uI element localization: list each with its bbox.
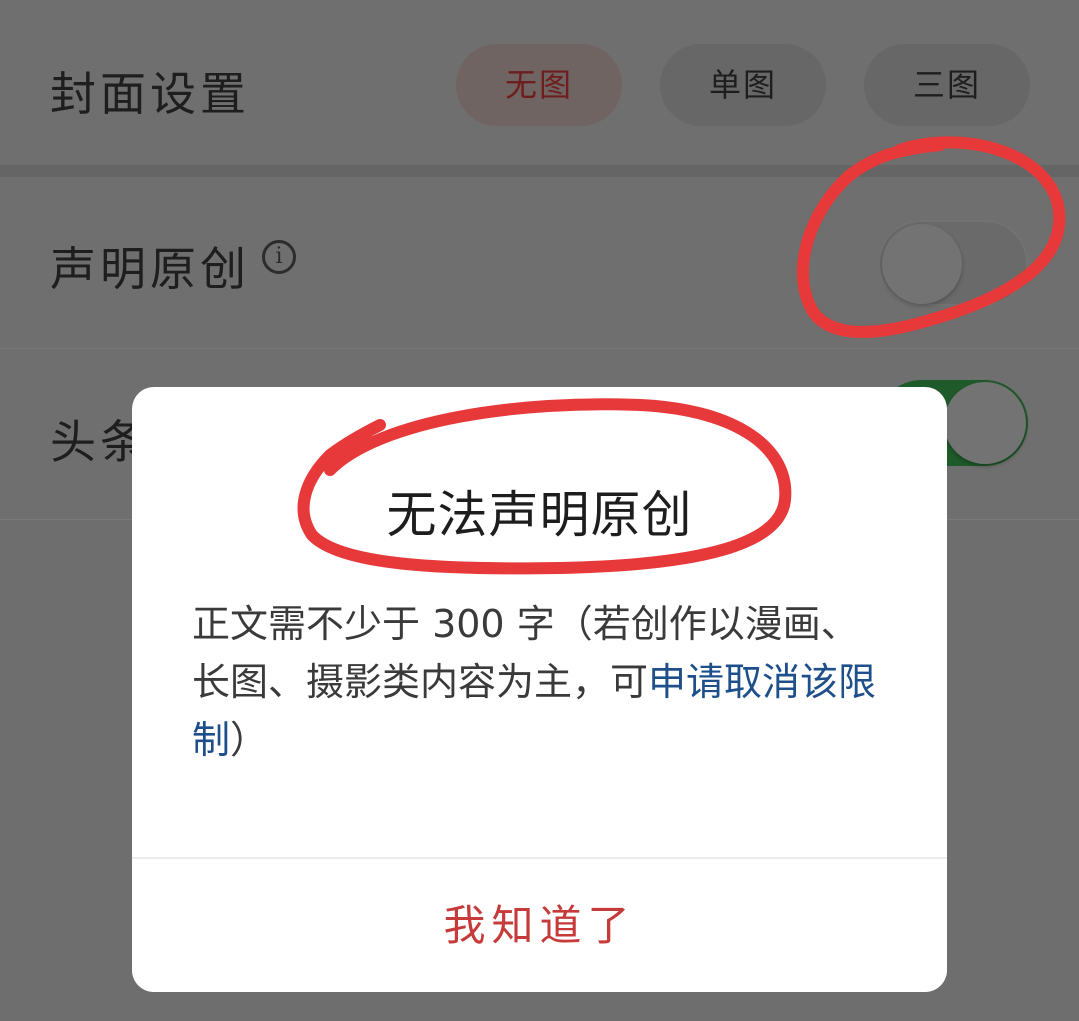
declare-original-row: 声明原创 i [0,177,1079,349]
toggle-knob [882,224,962,304]
dialog-title: 无法声明原创 [386,486,693,544]
cannot-declare-original-dialog: 无法声明原创 正文需不少于 300 字（若创作以漫画、长图、摄影类内容为主，可申… [132,387,947,992]
dialog-message: 正文需不少于 300 字（若创作以漫画、长图、摄影类内容为主，可申请取消该限制） [192,595,892,769]
dialog-message-suffix: ） [230,718,269,762]
info-icon[interactable]: i [262,240,296,274]
cover-option-none[interactable]: 无图 [456,44,622,126]
cover-option-triple[interactable]: 三图 [864,44,1030,126]
section-gap [0,165,1079,177]
toggle-knob [944,382,1026,464]
cover-option-single[interactable]: 单图 [660,44,826,126]
got-it-button[interactable]: 我知道了 [132,859,947,992]
cover-settings-label: 封面设置 [50,67,250,121]
declare-original-toggle[interactable] [878,220,1028,306]
cover-settings-row: 封面设置 无图 单图 三图 [0,0,1079,165]
declare-original-label: 声明原创 [50,242,250,296]
